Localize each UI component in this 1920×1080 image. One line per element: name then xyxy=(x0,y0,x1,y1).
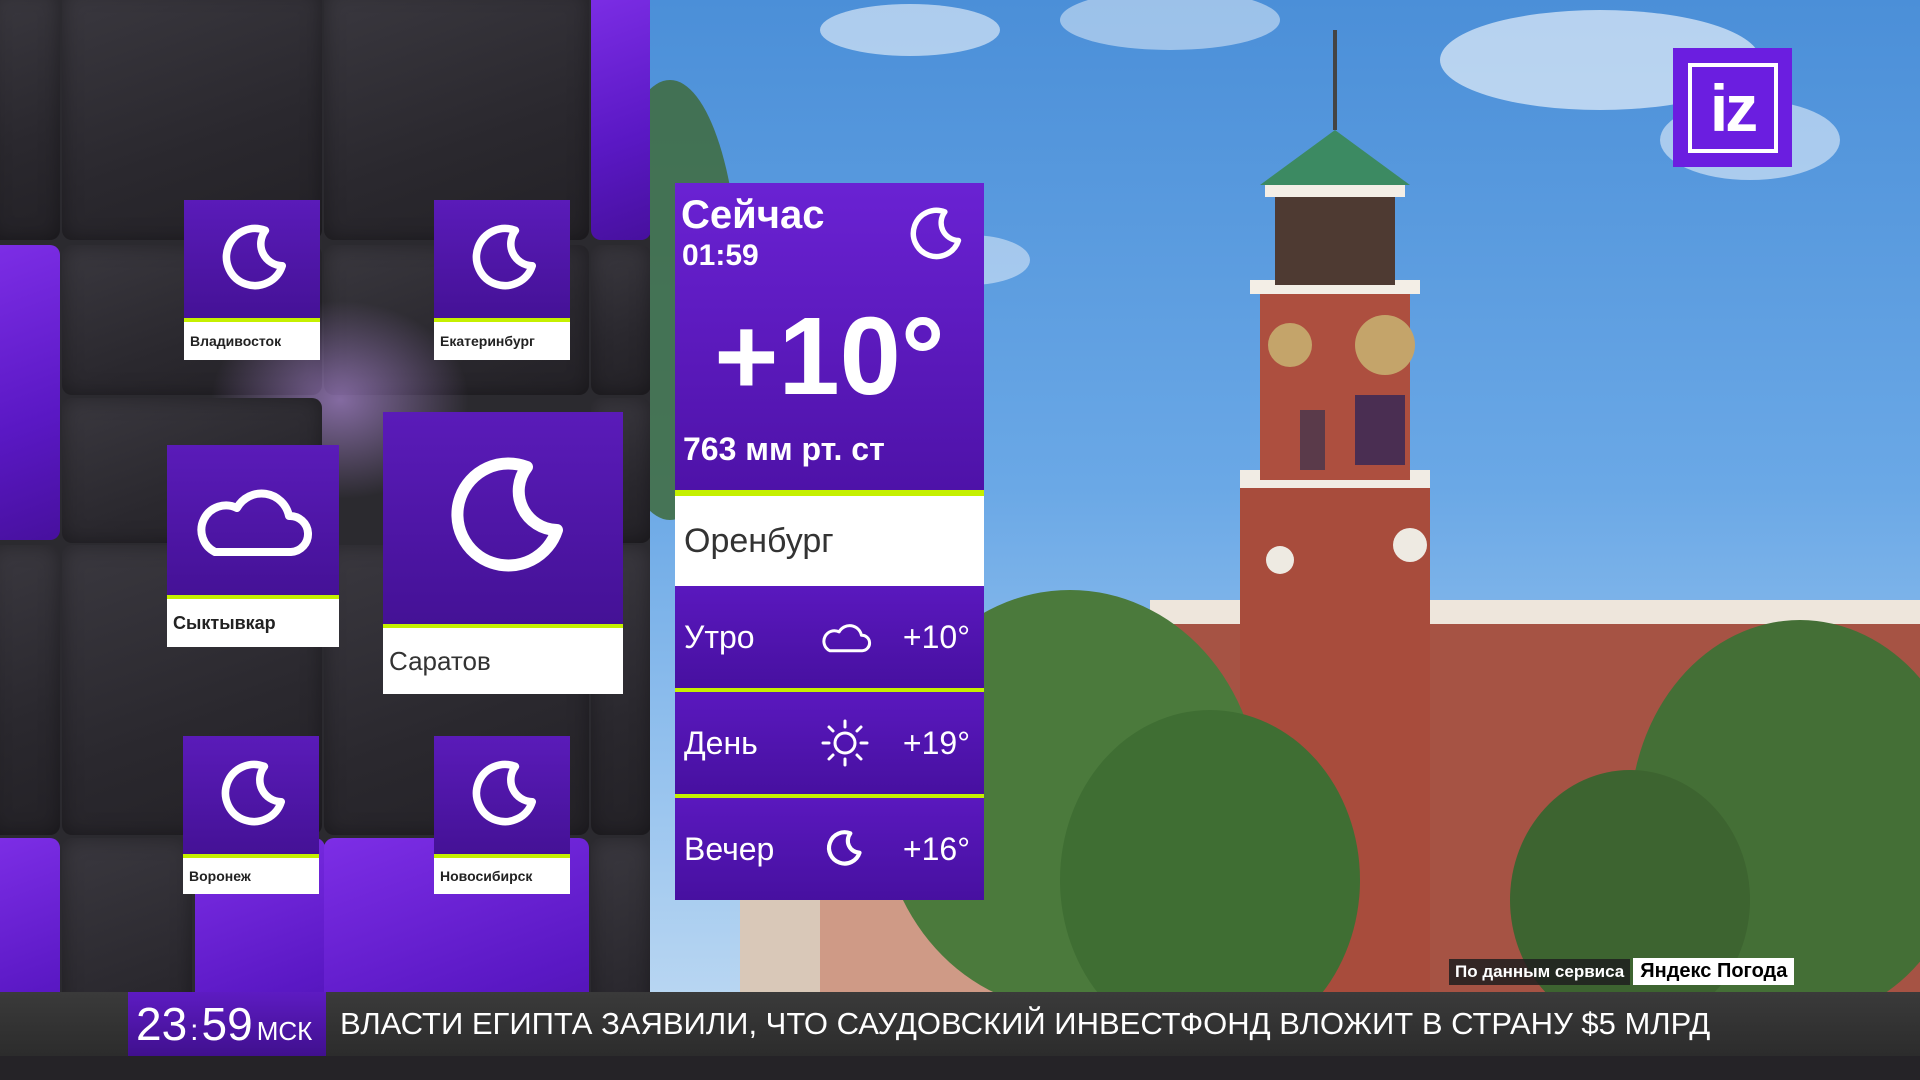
forecast-row-morning: Утро +10° xyxy=(675,586,984,688)
city-tile-voronezh: Воронеж xyxy=(183,736,319,894)
weather-panel: Сейчас 01:59 +10° 763 мм рт. ст Оренбург… xyxy=(675,183,984,900)
city-tile-vladivostok: Владивосток xyxy=(184,200,320,360)
forecast-label: Вечер xyxy=(684,830,775,867)
news-ticker: 23 : 59 МСК ВЛАСТИ ЕГИПТА ЗАЯВИЛИ, ЧТО С… xyxy=(0,992,1920,1056)
moon-icon xyxy=(434,200,570,318)
logo-text: iz xyxy=(1687,62,1778,153)
current-pressure: 763 мм рт. ст xyxy=(683,431,885,467)
clock-timezone: МСК xyxy=(256,1016,313,1046)
forecast-label: Утро xyxy=(684,618,755,655)
current-city: Оренбург xyxy=(675,490,984,586)
tile-city-label: Владивосток xyxy=(184,318,320,360)
data-source: По данным сервиса Яндекс Погода xyxy=(1449,958,1795,985)
forecast-temp: +16° xyxy=(902,830,970,867)
tile-city-label: Сыктывкар xyxy=(167,595,339,647)
mosaic-block xyxy=(591,0,650,240)
izvestia-logo: iz xyxy=(1673,48,1792,167)
clock-hours: 23 xyxy=(136,998,188,1050)
city-tile-saratov: Саратов xyxy=(383,412,623,694)
moon-icon xyxy=(383,412,623,624)
mosaic-block xyxy=(0,245,60,540)
bottom-strip xyxy=(0,1056,1920,1080)
current-temperature: +10° xyxy=(714,295,945,418)
clock-separator: : xyxy=(190,1014,199,1047)
moon-icon xyxy=(184,200,320,318)
tile-city-label: Саратов xyxy=(383,624,623,694)
mosaic-block xyxy=(0,0,60,240)
city-tile-syktyvkar: Сыктывкар xyxy=(167,445,339,647)
city-tile-ekaterinburg: Екатеринбург xyxy=(434,200,570,360)
current-time: 01:59 xyxy=(682,239,759,272)
mosaic-block xyxy=(591,245,650,395)
weather-mosaic: Владивосток Екатеринбург Сыктывкар Сарат… xyxy=(0,0,650,1080)
ticker-clock: 23 : 59 МСК xyxy=(128,992,326,1056)
current-title: Сейчас xyxy=(681,193,825,237)
ticker-headline: ВЛАСТИ ЕГИПТА ЗАЯВИЛИ, ЧТО САУДОВСКИЙ ИН… xyxy=(340,1006,1711,1041)
moon-icon xyxy=(183,736,319,854)
city-tile-novosibirsk: Новосибирск xyxy=(434,736,570,894)
mosaic-block xyxy=(0,545,60,835)
current-weather: Сейчас 01:59 +10° 763 мм рт. ст xyxy=(675,183,984,490)
moon-icon xyxy=(900,201,968,274)
sun-icon xyxy=(820,692,870,794)
forecast-label: День xyxy=(684,724,758,761)
source-label: По данным сервиса xyxy=(1449,958,1631,985)
forecast-row-day: День +19° xyxy=(675,688,984,794)
cloud-icon xyxy=(820,586,872,688)
forecast-row-evening: Вечер +16° xyxy=(675,794,984,900)
cloud-icon xyxy=(167,445,339,595)
tile-city-label: Новосибирск xyxy=(434,854,570,894)
clock-minutes: 59 xyxy=(201,998,253,1050)
moon-icon xyxy=(820,798,866,900)
moon-icon xyxy=(434,736,570,854)
source-service: Яндекс Погода xyxy=(1633,958,1795,985)
forecast-temp: +10° xyxy=(902,618,970,655)
forecast-temp: +19° xyxy=(902,724,970,761)
tile-city-label: Воронеж xyxy=(183,854,319,894)
tile-city-label: Екатеринбург xyxy=(434,318,570,360)
